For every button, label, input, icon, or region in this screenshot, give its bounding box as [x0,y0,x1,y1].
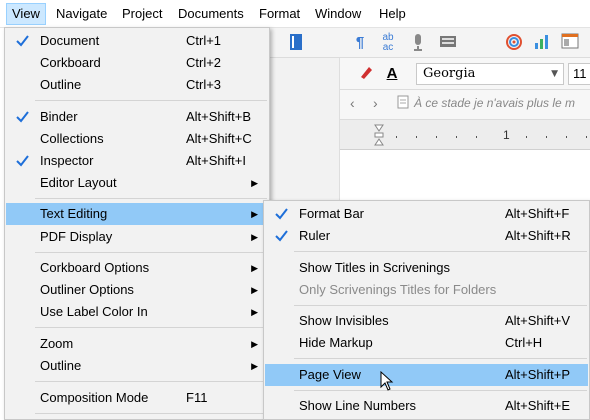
submenu-arrow-icon: ▶ [251,307,258,317]
menu-item-outline[interactable]: Outline Ctrl+3 [6,74,268,96]
check-icon [275,208,288,220]
document-icon [393,95,413,115]
menu-separator [294,305,587,306]
menu-item-hide-markup[interactable]: Hide Markup Ctrl+H [265,332,588,354]
menu-window[interactable]: Window [309,3,367,25]
chevron-down-icon: ▼ [551,69,558,79]
menu-separator [35,198,267,199]
submenu-arrow-icon: ▶ [251,285,258,295]
submenu-arrow-icon: ▶ [251,361,258,371]
submenu-arrow-icon: ▶ [251,178,258,188]
font-size-select[interactable]: 11 [568,63,590,85]
text-editing-submenu: Format Bar Alt+Shift+F Ruler Alt+Shift+R S… [263,200,590,420]
check-icon [16,111,29,123]
target-icon[interactable] [504,33,524,53]
check-icon [16,35,29,47]
menu-item-composition-mode[interactable]: Composition Mode F11 [6,387,268,409]
statistics-icon[interactable] [532,33,552,53]
menu-item-page-view[interactable]: Page View Alt+Shift+P [265,364,588,386]
menu-item-text-editing[interactable]: Text Editing ▶ [6,203,268,225]
menu-item-editor-layout[interactable]: Editor Layout ▶ [6,172,268,194]
document-title: À ce stade je n'avais plus le m [414,96,576,110]
font-family-select[interactable]: Georgia ▼ [416,63,564,85]
submenu-arrow-icon: ▶ [251,209,258,219]
check-icon [275,230,288,242]
menu-item-outliner-options[interactable]: Outliner Options ▶ [6,279,268,301]
menu-item-binder[interactable]: Binder Alt+Shift+B [6,106,268,128]
menu-separator [294,358,587,359]
layout-icon[interactable] [560,33,580,53]
menu-separator [294,390,587,391]
menu-item-outline-sub[interactable]: Outline ▶ [6,355,268,377]
keyboard-icon[interactable] [438,33,458,53]
menu-item-pdf-display[interactable]: PDF Display ▶ [6,226,268,248]
mouse-cursor-icon [380,371,394,391]
menu-item-corkboard-options[interactable]: Corkboard Options ▶ [6,257,268,279]
menu-separator [35,327,267,328]
spelling-icon[interactable]: ab ac [378,33,398,53]
paragraph-icon[interactable]: ¶ [350,33,370,53]
menu-format[interactable]: Format [253,3,306,25]
menu-view[interactable]: View [6,3,46,25]
menu-separator [35,100,267,101]
menu-separator [294,251,587,252]
menu-project[interactable]: Project [116,3,168,25]
menu-separator [35,252,267,253]
menu-item-show-titles-in-scrivenings[interactable]: Show Titles in Scrivenings [265,257,588,279]
microphone-icon[interactable] [408,33,428,53]
menu-item-format-bar[interactable]: Format Bar Alt+Shift+F [265,203,588,225]
menu-item-inspector[interactable]: Inspector Alt+Shift+I [6,150,268,172]
view-menu: Document Ctrl+1 Corkboard Ctrl+2 Outline Ct… [4,27,270,420]
menu-documents[interactable]: Documents [172,3,250,25]
highlighter-icon[interactable] [356,64,376,84]
menu-item-document[interactable]: Document Ctrl+1 [6,30,268,52]
menu-item-corkboard[interactable]: Corkboard Ctrl+2 [6,52,268,74]
submenu-arrow-icon: ▶ [251,263,258,273]
menu-separator [35,381,267,382]
menubar: View Navigate Project Documents Format W… [0,0,590,28]
menu-item-ruler[interactable]: Ruler Alt+Shift+R [265,225,588,247]
submenu-arrow-icon: ▶ [251,339,258,349]
notebook-icon[interactable] [286,33,306,53]
check-icon [16,155,29,167]
menu-help[interactable]: Help [373,3,412,25]
ruler-ticks [396,136,587,138]
back-arrow-icon[interactable]: ‹ [350,95,355,111]
menu-item-show-line-numbers[interactable]: Show Line Numbers Alt+Shift+E [265,395,588,417]
forward-arrow-icon[interactable]: › [373,95,378,111]
submenu-arrow-icon: ▶ [251,232,258,242]
menu-item-show-invisibles[interactable]: Show Invisibles Alt+Shift+V [265,310,588,332]
menu-item-use-label-color-in[interactable]: Use Label Color In ▶ [6,301,268,323]
menu-item-zoom[interactable]: Zoom ▶ [6,333,268,355]
ruler-number: 1 [503,128,510,142]
menu-item-collections[interactable]: Collections Alt+Shift+C [6,128,268,150]
menu-item-only-scrivenings-titles: Only Scrivenings Titles for Folders [299,282,497,297]
menu-separator [35,413,267,414]
text-color-icon[interactable]: A [382,64,402,84]
menu-navigate[interactable]: Navigate [50,3,113,25]
